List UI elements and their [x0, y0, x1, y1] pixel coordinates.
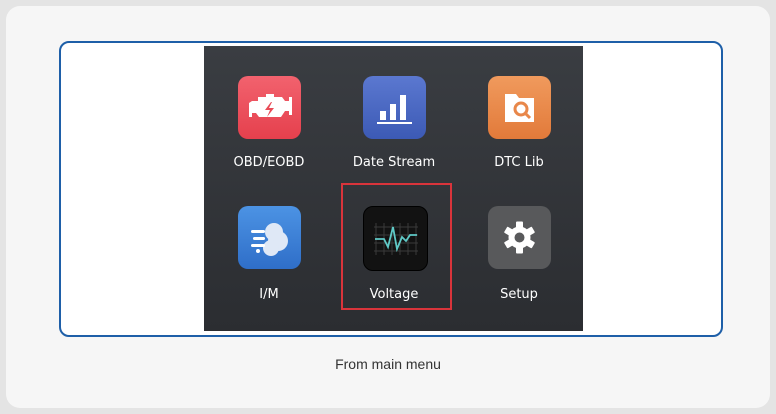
menu-item-label: I/M — [259, 287, 279, 302]
menu-item-obd-eobd[interactable]: OBD/EOBD — [209, 46, 329, 170]
menu-item-label: Setup — [500, 287, 538, 302]
figure-caption: From main menu — [335, 356, 441, 372]
menu-item-date-stream[interactable]: Date Stream — [334, 46, 454, 170]
menu-item-i-m[interactable]: I/M — [209, 186, 329, 306]
device-screen: OBD/EOBD Date Stream DTC Lib I/M Voltage… — [204, 46, 583, 331]
bar-chart-icon — [363, 76, 426, 139]
menu-item-label: Date Stream — [352, 155, 436, 170]
menu-item-setup[interactable]: Setup — [459, 186, 579, 306]
selection-highlight — [341, 183, 452, 310]
menu-item-label: OBD/EOBD — [233, 155, 305, 170]
gear-icon — [488, 206, 551, 269]
menu-item-dtc-lib[interactable]: DTC Lib — [459, 46, 579, 170]
emissions-cloud-icon — [238, 206, 301, 269]
folder-search-icon — [488, 76, 551, 139]
menu-item-label: DTC Lib — [494, 155, 544, 170]
engine-check-icon — [238, 76, 301, 139]
